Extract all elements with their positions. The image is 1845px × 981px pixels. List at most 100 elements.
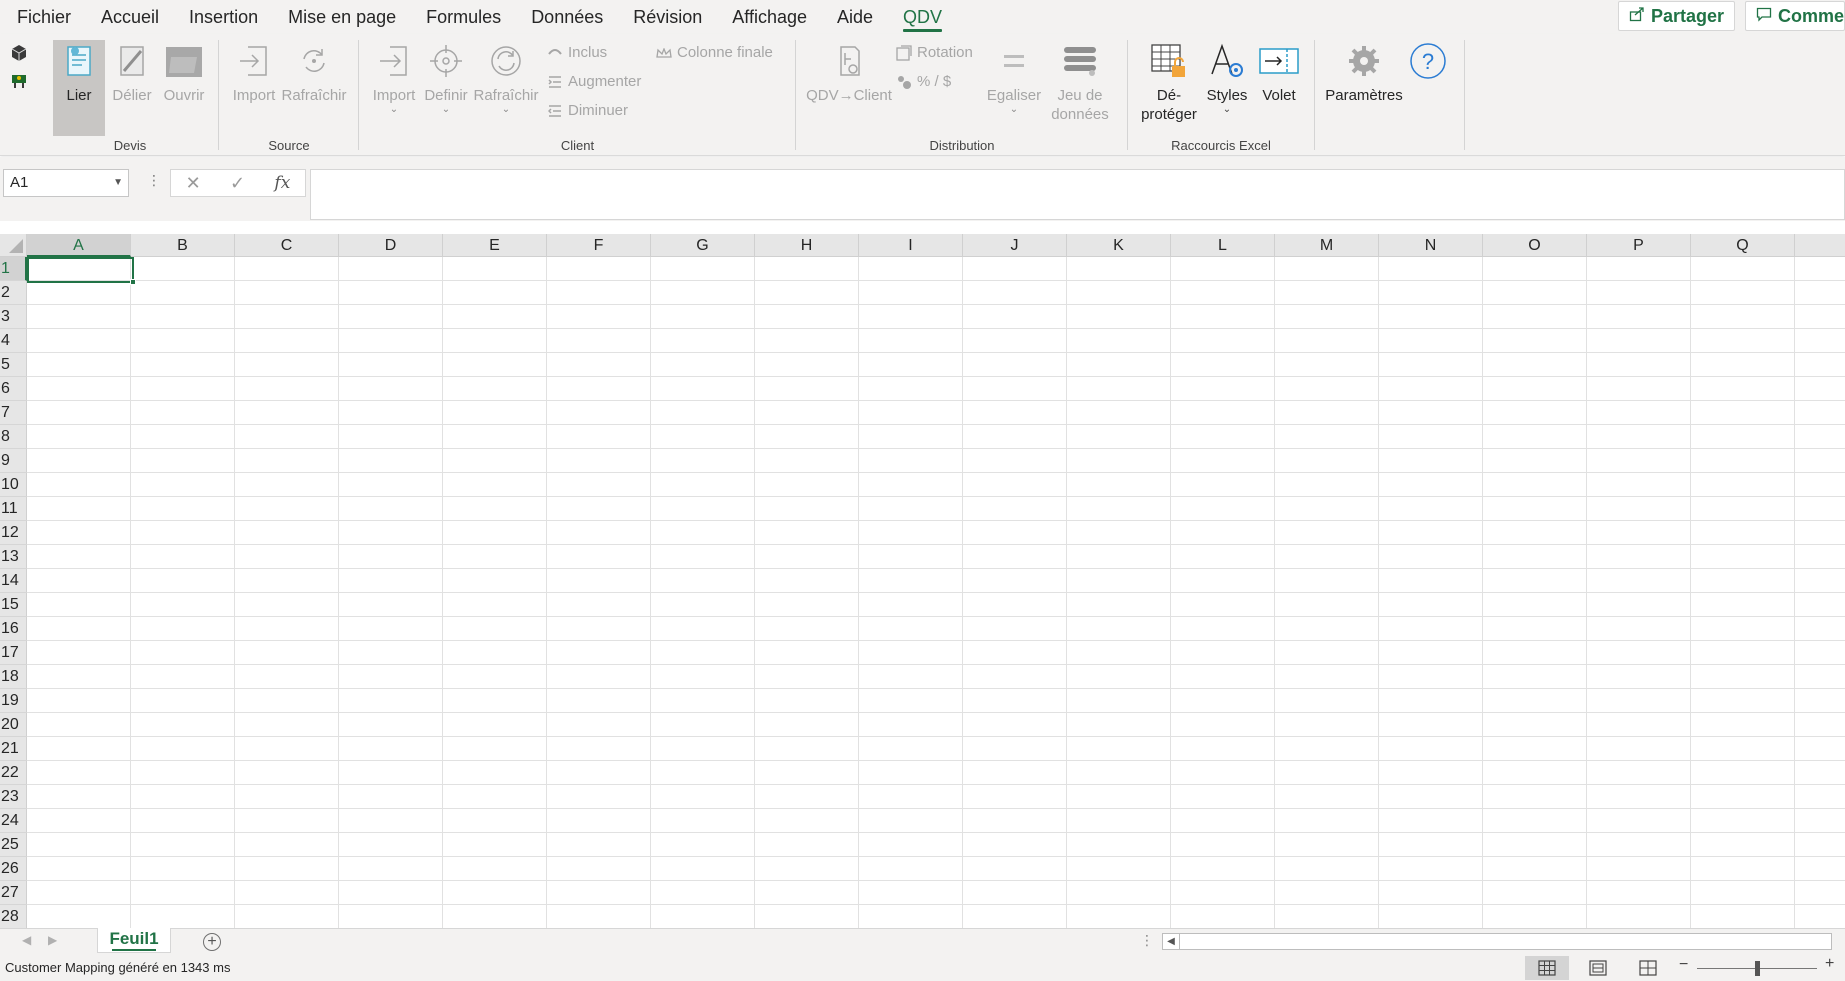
augmenter-button[interactable]: Augmenter [547,73,641,90]
row-header-28[interactable]: 28 [0,905,27,928]
row-header-25[interactable]: 25 [0,833,27,857]
tab-mise-en-page[interactable]: Mise en page [273,0,411,34]
row-header-1[interactable]: 1 [0,257,27,281]
row-header-4[interactable]: 4 [0,329,27,353]
column-header-e[interactable]: E [443,234,547,257]
row-header-10[interactable]: 10 [0,473,27,497]
tab-insertion[interactable]: Insertion [174,0,273,34]
page-layout-view-button[interactable] [1576,956,1620,980]
select-all-button[interactable] [0,234,27,257]
zoom-out-button[interactable]: − [1679,956,1688,974]
row-header-8[interactable]: 8 [0,425,27,449]
row-header-19[interactable]: 19 [0,689,27,713]
column-header-m[interactable]: M [1275,234,1379,257]
row-header-5[interactable]: 5 [0,353,27,377]
cell-area[interactable] [27,257,1845,928]
row-header-27[interactable]: 27 [0,881,27,905]
row-header-22[interactable]: 22 [0,761,27,785]
egaliser-button[interactable]: Egaliser ⌄ [984,40,1044,115]
name-box[interactable]: A1 ▼ [3,169,129,197]
zoom-in-button[interactable]: + [1825,955,1834,973]
source-import-button[interactable]: Import [229,40,279,105]
column-header-j[interactable]: J [963,234,1067,257]
row-header-14[interactable]: 14 [0,569,27,593]
diminuer-button[interactable]: Diminuer [547,102,628,119]
tab-qdv[interactable]: QDV [888,0,957,34]
lier-button[interactable]: Lier [53,40,105,136]
volet-button[interactable]: Volet [1254,40,1304,105]
column-header-h[interactable]: H [755,234,859,257]
normal-view-button[interactable] [1525,956,1569,980]
column-header-q[interactable]: Q [1691,234,1795,257]
row-header-11[interactable]: 11 [0,497,27,521]
column-header-i[interactable]: I [859,234,963,257]
fill-handle[interactable] [130,279,136,285]
row-header-20[interactable]: 20 [0,713,27,737]
worksheet-grid[interactable]: ABCDEFGHIJKLMNOPQ 1 2 3 4 5 6 7 8 9 10 11 12 13 14 15 1… [0,234,1845,928]
deproteger-button[interactable]: Dé- protéger [1136,40,1202,124]
column-header-b[interactable]: B [131,234,235,257]
source-refresh-button[interactable]: Rafraîchir [281,40,347,105]
previous-sheet-icon[interactable]: ◀ [22,933,31,947]
sheet-tab-feuil1[interactable]: Feuil1 [97,928,171,953]
parametres-button[interactable]: Paramètres [1324,40,1404,105]
confirm-icon[interactable]: ✓ [230,173,245,194]
row-header-17[interactable]: 17 [0,641,27,665]
row-header-2[interactable]: 2 [0,281,27,305]
tab-affichage[interactable]: Affichage [717,0,822,34]
row-header-3[interactable]: 3 [0,305,27,329]
help-button[interactable]: ? [1406,40,1450,86]
row-header-24[interactable]: 24 [0,809,27,833]
column-header-o[interactable]: O [1483,234,1587,257]
row-header-6[interactable]: 6 [0,377,27,401]
formula-bar-grip-icon[interactable]: ⋮ [147,172,161,189]
chevron-down-icon[interactable]: ▼ [113,170,123,196]
client-import-button[interactable]: Import ⌄ [369,40,419,115]
row-header-23[interactable]: 23 [0,785,27,809]
insert-function-button[interactable]: fx [274,173,290,193]
tab-aide[interactable]: Aide [822,0,888,34]
column-header-d[interactable]: D [339,234,443,257]
tab-fichier[interactable]: Fichier [2,0,86,34]
column-header-k[interactable]: K [1067,234,1171,257]
column-header-n[interactable]: N [1379,234,1483,257]
scroll-left-icon[interactable]: ◀ [1163,934,1180,949]
delier-button[interactable]: Délier [108,40,156,105]
qdv-tree-icon[interactable] [10,72,28,95]
next-sheet-icon[interactable]: ▶ [48,933,57,947]
row-header-18[interactable]: 18 [0,665,27,689]
share-button[interactable]: Partager [1617,1,1735,31]
horizontal-scrollbar[interactable]: ◀ [1162,933,1832,950]
styles-button[interactable]: Styles ⌄ [1202,40,1252,115]
row-header-26[interactable]: 26 [0,857,27,881]
percent-dollar-button[interactable]: % / $ [896,73,951,90]
comments-button[interactable]: Commen [1745,1,1845,31]
page-break-view-button[interactable] [1626,956,1670,980]
column-header-a[interactable]: A [27,234,131,257]
tab-accueil[interactable]: Accueil [86,0,174,34]
column-header-c[interactable]: C [235,234,339,257]
ouvrir-button[interactable]: Ouvrir [160,40,208,105]
tab-formules[interactable]: Formules [411,0,516,34]
qdv-client-button[interactable]: QDV→Client [804,40,894,105]
row-header-21[interactable]: 21 [0,737,27,761]
client-refresh-button[interactable]: Rafraîchir ⌄ [473,40,539,115]
active-cell[interactable] [27,257,136,285]
inclus-button[interactable]: Inclus [547,44,607,61]
formula-input[interactable] [310,169,1845,220]
add-sheet-button[interactable]: + [203,933,221,951]
cancel-icon[interactable]: ✕ [186,173,201,194]
rotation-button[interactable]: Rotation [896,44,973,61]
tab-donnees[interactable]: Données [516,0,618,34]
row-header-7[interactable]: 7 [0,401,27,425]
jeu-de-donnees-button[interactable]: Jeu de données [1040,40,1120,124]
column-header-p[interactable]: P [1587,234,1691,257]
zoom-slider-thumb[interactable] [1755,961,1760,976]
row-header-9[interactable]: 9 [0,449,27,473]
row-header-16[interactable]: 16 [0,617,27,641]
column-header-l[interactable]: L [1171,234,1275,257]
scroll-split-grip-icon[interactable]: ⋮ [1140,932,1154,949]
row-header-13[interactable]: 13 [0,545,27,569]
definir-button[interactable]: Definir ⌄ [421,40,471,115]
colonne-finale-button[interactable]: Colonne finale [656,44,773,61]
